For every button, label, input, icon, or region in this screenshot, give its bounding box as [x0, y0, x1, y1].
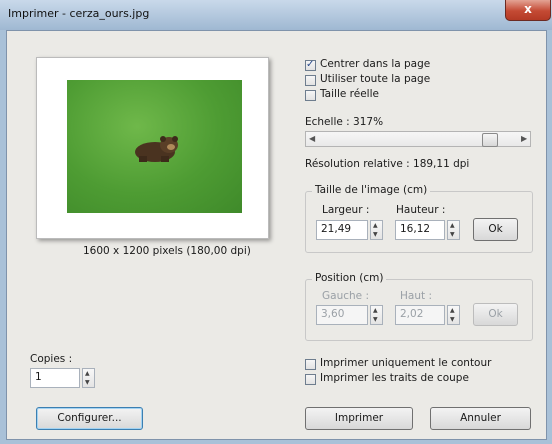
copies-input[interactable]: 1 — [30, 368, 80, 388]
fit-page-label: Utiliser toute la page — [320, 73, 431, 85]
crop-marks-label: Imprimer les traits de coupe — [320, 372, 469, 384]
image-info: 1600 x 1200 pixels (180,00 dpi) — [83, 245, 251, 257]
left-label: Gauche : — [322, 290, 369, 302]
left-input[interactable]: 3,60 — [316, 305, 368, 325]
crop-marks-checkbox[interactable] — [305, 374, 316, 385]
print-button[interactable]: Imprimer — [305, 407, 413, 430]
top-input[interactable]: 2,02 — [395, 305, 445, 325]
window-title: Imprimer - cerza_ours.jpg — [8, 7, 150, 20]
bear-icon — [135, 136, 178, 162]
actual-size-checkbox[interactable] — [305, 90, 316, 101]
copies-label: Copies : — [30, 353, 73, 365]
scroll-left-icon[interactable]: ◀ — [309, 134, 315, 143]
width-input[interactable]: 21,49 — [316, 220, 368, 240]
width-label: Largeur : — [322, 204, 370, 216]
preview-image — [67, 80, 242, 213]
position-ok-button[interactable]: Ok — [473, 303, 518, 326]
height-input[interactable]: 16,12 — [395, 220, 445, 240]
cancel-button[interactable]: Annuler — [430, 407, 531, 430]
top-stepper[interactable]: ▲ ▼ — [447, 305, 460, 325]
image-size-title: Taille de l'image (cm) — [312, 184, 431, 196]
copies-stepper[interactable]: ▲ ▼ — [82, 368, 95, 388]
width-stepper[interactable]: ▲ ▼ — [370, 220, 383, 240]
print-preview — [36, 57, 269, 239]
top-label: Haut : — [400, 290, 432, 302]
center-page-label: Centrer dans la page — [320, 58, 431, 70]
actual-size-label: Taille réelle — [320, 88, 379, 100]
left-stepper[interactable]: ▲ ▼ — [370, 305, 383, 325]
print-dialog: 1600 x 1200 pixels (180,00 dpi) Centrer … — [6, 30, 547, 440]
title-bar: Imprimer - cerza_ours.jpg x — [0, 0, 552, 30]
slider-thumb[interactable] — [482, 133, 498, 147]
relative-resolution: Résolution relative : 189,11 dpi — [305, 158, 470, 170]
scroll-right-icon[interactable]: ▶ — [521, 134, 527, 143]
close-button[interactable]: x — [505, 0, 551, 21]
height-label: Hauteur : — [396, 204, 446, 216]
scale-label: Echelle : 317% — [305, 116, 384, 128]
scale-slider[interactable]: ◀ ▶ — [305, 131, 531, 147]
outline-only-label: Imprimer uniquement le contour — [320, 357, 492, 369]
center-page-checkbox[interactable] — [305, 59, 316, 71]
outline-only-checkbox[interactable] — [305, 359, 316, 370]
image-size-ok-button[interactable]: Ok — [473, 218, 518, 241]
configure-button[interactable]: Configurer... — [36, 407, 143, 430]
fit-page-checkbox[interactable] — [305, 75, 316, 86]
height-stepper[interactable]: ▲ ▼ — [447, 220, 460, 240]
position-title: Position (cm) — [312, 272, 387, 284]
